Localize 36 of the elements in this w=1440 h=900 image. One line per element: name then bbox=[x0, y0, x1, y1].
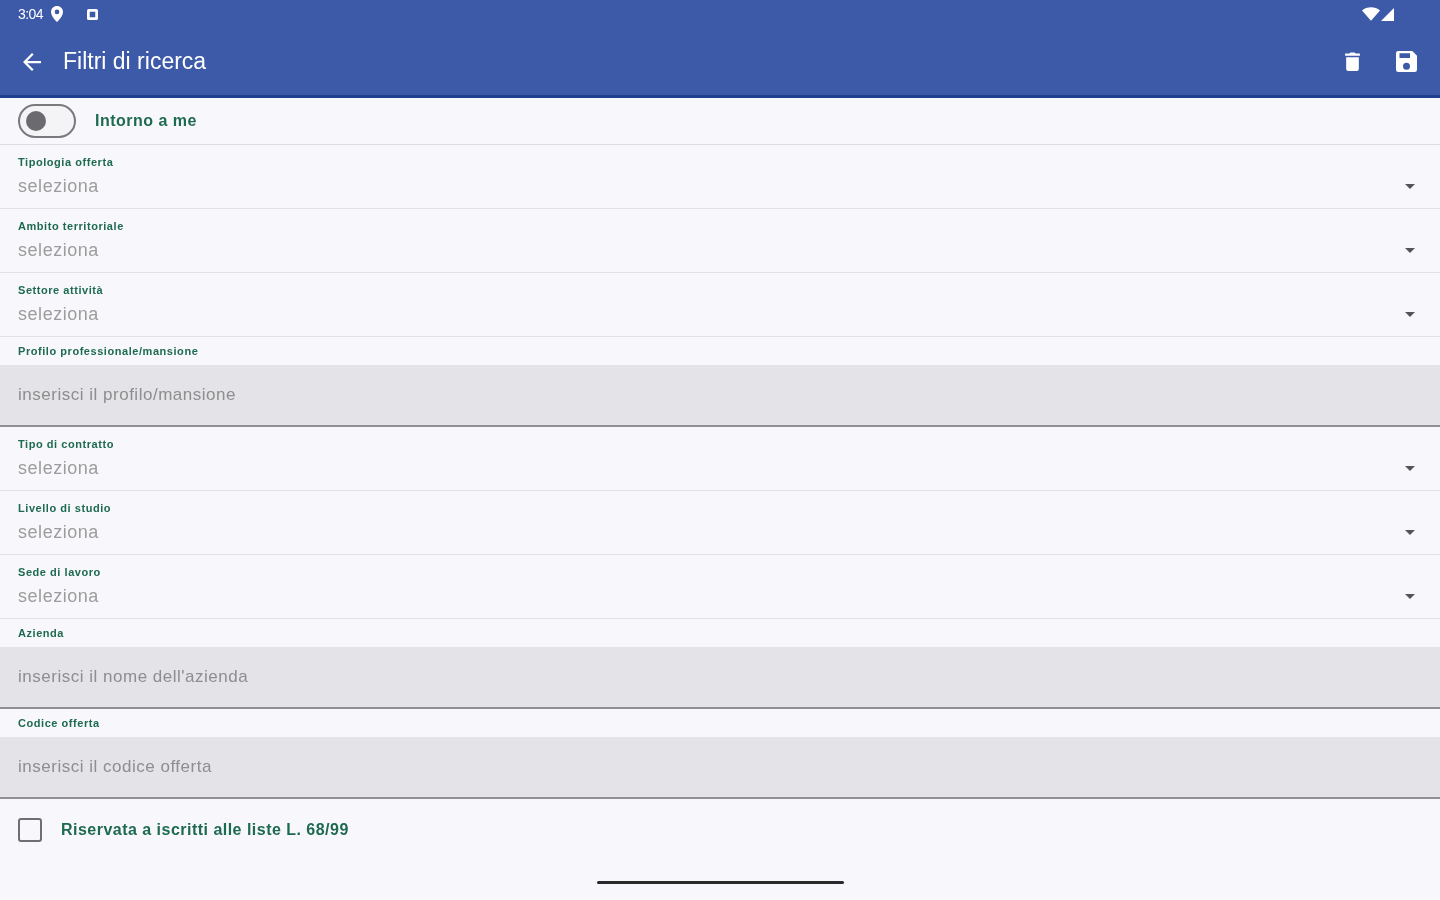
dropdown-field[interactable]: seleziona bbox=[18, 234, 1422, 266]
wifi-icon bbox=[1362, 7, 1380, 21]
toggle-switch[interactable] bbox=[18, 104, 76, 138]
input-field[interactable]: inserisci il profilo/mansione bbox=[0, 365, 1440, 427]
caret-icon bbox=[1405, 593, 1415, 599]
signal-icon bbox=[1381, 7, 1394, 21]
field-label: Codice offerta bbox=[18, 716, 100, 730]
field-label: Azienda bbox=[18, 626, 65, 640]
caret-icon bbox=[1405, 529, 1415, 535]
app-bar-title: Filtri di ricerca bbox=[63, 47, 207, 77]
toggle-label: Intorno a me bbox=[95, 111, 197, 131]
dropdown-field[interactable]: seleziona bbox=[18, 580, 1422, 612]
status-time: 3:04 bbox=[18, 4, 43, 24]
notification-icon bbox=[87, 8, 98, 20]
field-label: Profilo professionale/mansione bbox=[18, 344, 199, 358]
field-label: Settore attività bbox=[18, 283, 104, 297]
field-label: Livello di studio bbox=[18, 501, 112, 515]
dropdown-field[interactable]: seleziona bbox=[18, 298, 1422, 330]
checkbox-label: Riservata a iscritti alle liste L. 68/99 bbox=[61, 820, 349, 840]
field-label: Tipologia offerta bbox=[18, 155, 114, 169]
trash-icon bbox=[1344, 52, 1360, 71]
dropdown-field[interactable]: seleziona bbox=[18, 516, 1422, 548]
dropdown-field[interactable]: seleziona bbox=[18, 452, 1422, 484]
input-field[interactable]: inserisci il codice offerta bbox=[0, 737, 1440, 799]
arrow-left-icon bbox=[23, 52, 41, 71]
field-label: Tipo di contratto bbox=[18, 437, 114, 451]
dropdown-field[interactable]: seleziona bbox=[18, 170, 1422, 202]
input-field[interactable]: inserisci il nome dell'azienda bbox=[0, 647, 1440, 709]
caret-icon bbox=[1405, 311, 1415, 317]
field-label: Ambito territoriale bbox=[18, 219, 124, 233]
checkbox[interactable] bbox=[18, 818, 42, 842]
caret-icon bbox=[1405, 247, 1415, 253]
caret-icon bbox=[1405, 183, 1415, 189]
location-pin-icon bbox=[51, 6, 63, 22]
field-label: Sede di lavoro bbox=[18, 565, 101, 579]
caret-icon bbox=[1405, 465, 1415, 471]
